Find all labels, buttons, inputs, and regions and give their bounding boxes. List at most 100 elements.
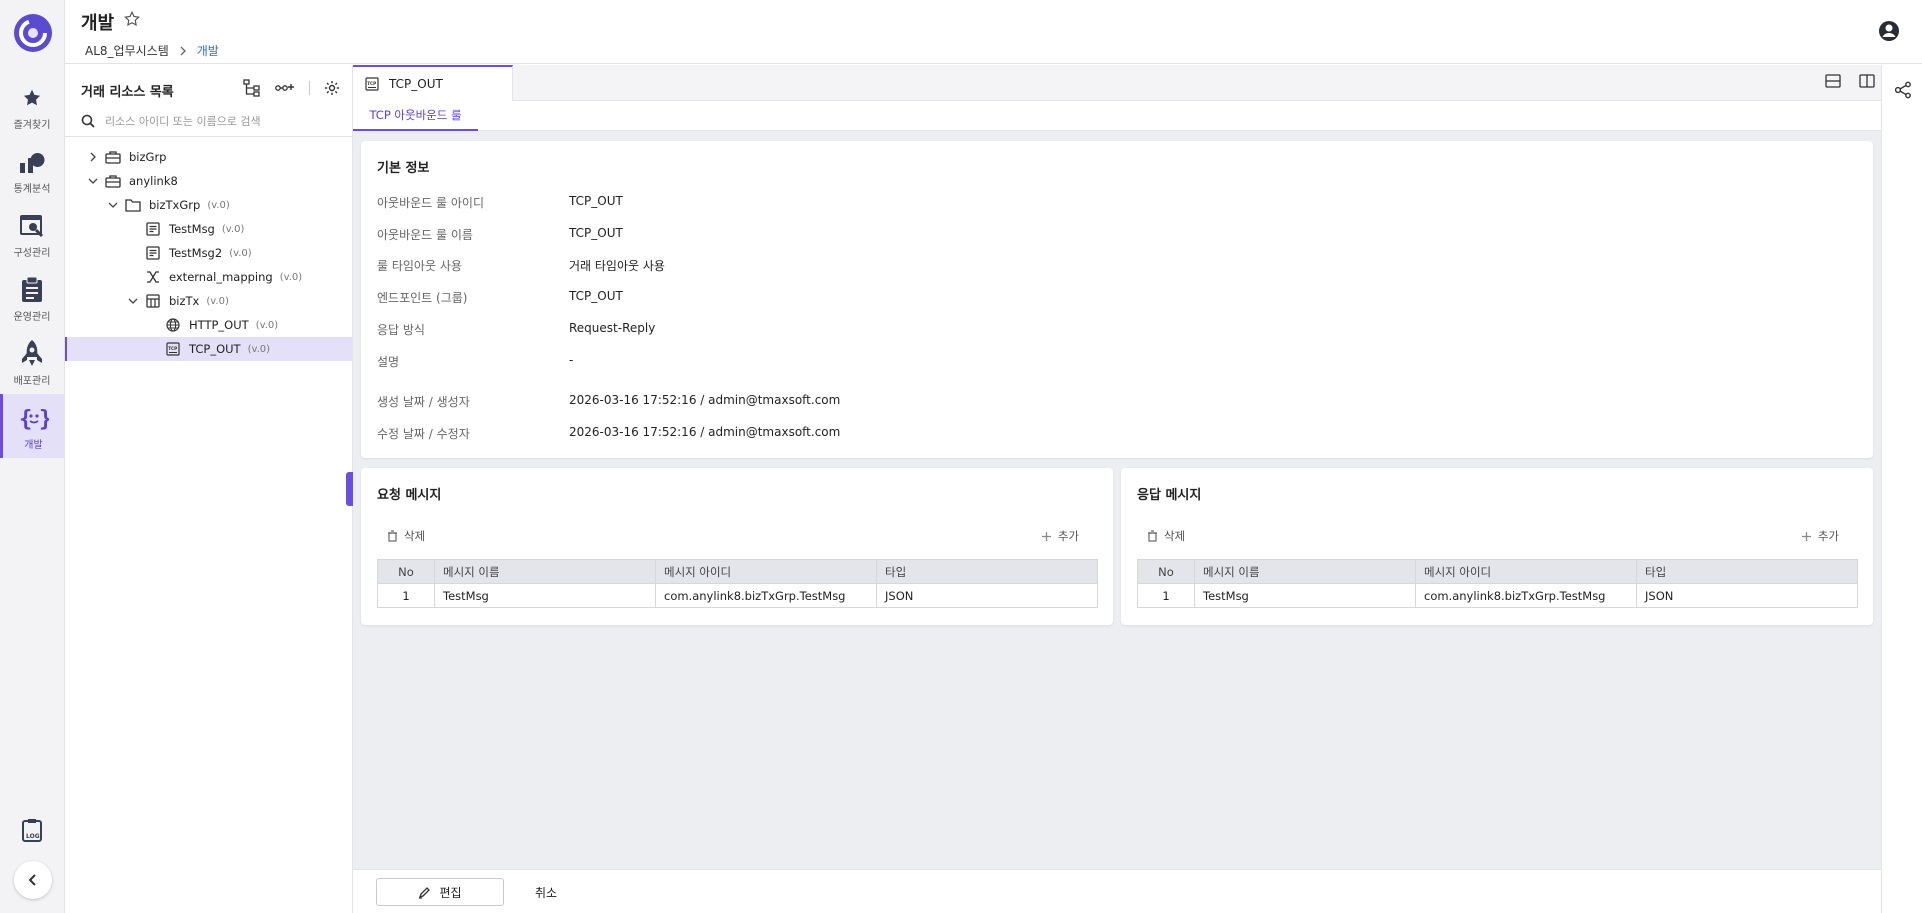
chevron-right-icon[interactable] <box>87 151 99 163</box>
trash-icon <box>1148 530 1157 542</box>
editor-tabbar: TCP TCP_OUT <box>353 65 1881 101</box>
chevron-down-icon[interactable] <box>87 175 99 187</box>
editor-subtabs: TCP 아웃바운드 룰 <box>353 101 1881 131</box>
column-header[interactable]: 메시지 이름 <box>1194 559 1416 584</box>
tree-node-label: bizTx <box>169 294 200 308</box>
share-node-icon[interactable] <box>1894 81 1912 99</box>
search-input[interactable] <box>105 111 335 131</box>
svg-text:TCP: TCP <box>168 346 177 351</box>
version-label: (v.0) <box>255 319 279 331</box>
column-header[interactable]: No <box>1137 559 1195 584</box>
chevron-left-icon <box>28 874 36 886</box>
settings-gear-icon[interactable] <box>324 80 340 96</box>
svg-text:}: } <box>39 407 49 431</box>
tree-node-bizgrp[interactable]: bizGrp <box>65 145 352 169</box>
folder-icon <box>125 197 141 213</box>
svg-text:LOG: LOG <box>26 833 40 840</box>
subtab-tcp-outbound-rule[interactable]: TCP 아웃바운드 룰 <box>353 101 478 131</box>
breadcrumb-item[interactable]: AL8_업무시스템 <box>85 42 169 59</box>
tree-structure-icon[interactable] <box>243 79 261 97</box>
tree-node-biztx[interactable]: bizTx (v.0) <box>65 289 352 313</box>
message-doc-icon <box>145 221 161 237</box>
tcp-icon: TCP <box>365 77 379 91</box>
chart-icon <box>17 148 47 176</box>
plus-icon <box>1041 531 1051 541</box>
table-cell: 1 <box>377 583 435 608</box>
basic-info-card: 기본 정보 아웃바운드 룰 아이디 TCP_OUT 아웃바운드 룰 이름 TCP_O… <box>361 141 1873 458</box>
tree-node-http-out[interactable]: HTTP_OUT (v.0) <box>65 313 352 337</box>
tab-label: TCP_OUT <box>389 77 443 91</box>
split-vertical-icon[interactable] <box>1859 74 1875 88</box>
table-row[interactable]: 1 TestMsg com.anylink8.bizTxGrp.TestMsg … <box>377 583 1098 608</box>
tree-node-testmsg2[interactable]: TestMsg2 (v.0) <box>65 241 352 265</box>
pencil-icon <box>419 886 431 899</box>
add-node-icon[interactable] <box>275 81 295 95</box>
rail-item-develop[interactable]: {} 개발 <box>0 394 64 458</box>
column-header[interactable]: No <box>377 559 435 584</box>
split-horizontal-icon[interactable] <box>1825 74 1841 88</box>
tree-node-label: TCP_OUT <box>189 342 241 356</box>
version-label: (v.0) <box>247 343 271 355</box>
code-icon: {} <box>19 404 49 432</box>
request-message-table: No 메시지 이름 메시지 아이디 타입 1 TestMsg com.anyli… <box>377 559 1098 608</box>
message-doc-icon <box>145 245 161 261</box>
response-add-button[interactable]: 추가 <box>1801 528 1839 544</box>
tree-panel-title: 거래 리소스 목록 <box>81 85 174 100</box>
tab-tcp-out[interactable]: TCP TCP_OUT <box>353 65 513 101</box>
table-cell: com.anylink8.bizTxGrp.TestMsg <box>655 583 877 608</box>
request-message-card: 요청 메시지 삭제 추가 No 메시지 이름 메시지 아이디 타입 1 Test… <box>361 468 1113 625</box>
right-rail <box>1881 65 1922 913</box>
action-bar: 편집 취소 <box>353 869 1881 913</box>
log-icon[interactable]: LOG <box>20 818 46 844</box>
info-row-rule-name: 아웃바운드 룰 이름 TCP_OUT <box>377 226 623 242</box>
cancel-button[interactable]: 취소 <box>516 878 576 906</box>
rail-item-config[interactable]: 구성관리 <box>0 202 64 266</box>
column-header[interactable]: 메시지 아이디 <box>1415 559 1637 584</box>
column-header[interactable]: 메시지 아이디 <box>655 559 877 584</box>
tree-node-testmsg[interactable]: TestMsg (v.0) <box>65 217 352 241</box>
info-row-modified: 수정 날짜 / 수정자 2026-03-16 17:52:16 / admin@t… <box>377 425 841 441</box>
globe-icon <box>165 317 181 333</box>
info-row-rule-id: 아웃바운드 룰 아이디 TCP_OUT <box>377 194 623 210</box>
collapse-nav-button[interactable] <box>14 861 52 899</box>
user-account-icon[interactable] <box>1878 20 1900 42</box>
chevron-down-icon[interactable] <box>127 295 139 307</box>
svg-text:TCP: TCP <box>367 81 376 86</box>
edit-button[interactable]: 편집 <box>376 878 504 906</box>
table-header-row: No 메시지 이름 메시지 아이디 타입 <box>377 559 1098 584</box>
rail-item-statistics[interactable]: 통계분석 <box>0 138 64 202</box>
tree-node-anylink8[interactable]: anylink8 <box>65 169 352 193</box>
breadcrumb-current[interactable]: 개발 <box>197 42 219 59</box>
app-logo-icon[interactable] <box>12 12 54 54</box>
view-mode-toggles <box>1825 74 1875 88</box>
favorite-star-icon[interactable] <box>123 10 141 28</box>
chevron-down-icon[interactable] <box>107 199 119 211</box>
tree-node-tcp-out[interactable]: TCP TCP_OUT (v.0) <box>65 337 352 361</box>
table-row[interactable]: 1 TestMsg com.anylink8.bizTxGrp.TestMsg … <box>1137 583 1858 608</box>
column-header[interactable]: 타입 <box>1636 559 1858 584</box>
request-message-title: 요청 메시지 <box>377 488 442 503</box>
transaction-icon <box>145 293 161 309</box>
panel-splitter-handle[interactable] <box>346 472 353 506</box>
page-header: 개발 AL8_업무시스템 개발 <box>65 0 1922 64</box>
tree-node-label: TestMsg2 <box>169 246 223 260</box>
rail-item-deploy[interactable]: 배포관리 <box>0 330 64 394</box>
rocket-icon <box>17 340 47 368</box>
response-delete-button[interactable]: 삭제 <box>1147 528 1185 544</box>
info-row-response-mode: 응답 방식 Request-Reply <box>377 321 656 337</box>
column-header[interactable]: 타입 <box>876 559 1098 584</box>
tree-node-biztxgrp[interactable]: bizTxGrp (v.0) <box>65 193 352 217</box>
column-header[interactable]: 메시지 이름 <box>434 559 656 584</box>
rail-item-operations[interactable]: 운영관리 <box>0 266 64 330</box>
table-cell: 1 <box>1137 583 1195 608</box>
left-nav-rail: 즐겨찾기 통계분석 구성관리 운영관리 배포관리 {} 개발 LOG <box>0 0 65 913</box>
tree-node-label: anylink8 <box>129 174 178 188</box>
request-delete-button[interactable]: 삭제 <box>387 528 425 544</box>
tree-toolbar <box>243 79 340 97</box>
plus-icon <box>1801 531 1811 541</box>
rail-item-favorites[interactable]: 즐겨찾기 <box>0 74 64 138</box>
briefcase-icon <box>105 173 121 189</box>
version-label: (v.0) <box>207 199 230 211</box>
tree-node-external-mapping[interactable]: external_mapping (v.0) <box>65 265 352 289</box>
request-add-button[interactable]: 추가 <box>1041 528 1079 544</box>
